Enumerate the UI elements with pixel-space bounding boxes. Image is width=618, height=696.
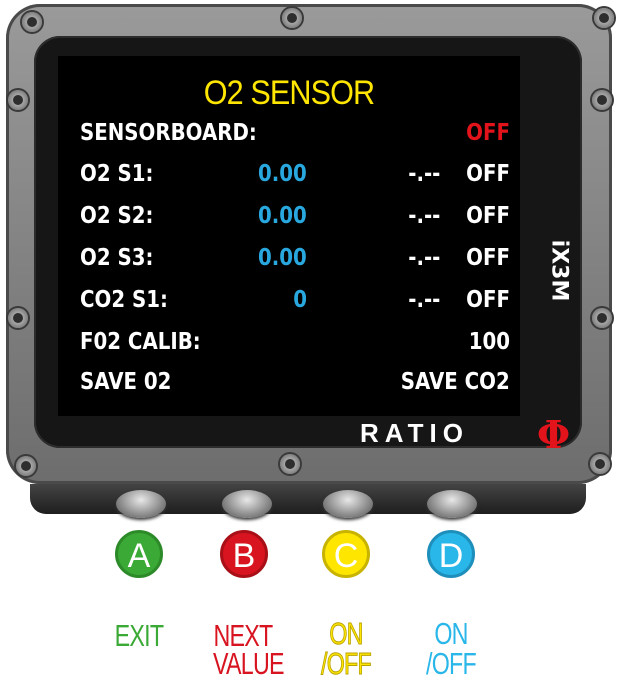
button-b-knob[interactable] — [222, 490, 272, 518]
brand-logo: RATIO — [360, 418, 469, 448]
button-b-label-line2: VALUE — [213, 646, 285, 681]
o2-s2-mv: -.-- — [407, 203, 440, 229]
o2-s1-value: 0.00 — [258, 161, 307, 187]
o2-s2-label: O2 S2: — [80, 203, 154, 229]
device-base — [30, 484, 586, 514]
co2-s1-status[interactable]: OFF — [466, 287, 510, 313]
o2-s2-value: 0.00 — [258, 203, 307, 229]
o2-s1-label: O2 S1: — [80, 161, 154, 187]
co2-s1-value: 0 — [293, 287, 307, 313]
o2-s3-mv: -.-- — [407, 245, 440, 271]
button-d-label-line2: /OFF — [426, 646, 477, 681]
screw-icon — [8, 90, 28, 110]
sensorboard-status[interactable]: OFF — [466, 120, 510, 146]
fo2-calib-label: F02 CALIB: — [80, 329, 201, 355]
screw-icon — [592, 90, 612, 110]
o2-s3-label: O2 S3: — [80, 245, 154, 271]
display-screen: O2 SENSOR SENSORBOARD: OFF O2 S1: 0.00 -… — [58, 56, 520, 416]
button-b-icon: B — [220, 530, 268, 578]
o2-s1-mv: -.-- — [407, 161, 440, 187]
model-name: iX3M — [546, 239, 572, 302]
button-d-icon: D — [427, 530, 475, 578]
button-a-icon: A — [115, 530, 163, 578]
button-d-label-line1: ON — [434, 616, 468, 651]
screw-icon — [592, 308, 612, 328]
screw-icon — [590, 454, 610, 474]
button-d-knob[interactable] — [427, 490, 477, 518]
screw-icon — [282, 8, 302, 28]
button-c-label-line2: /OFF — [321, 646, 372, 681]
screw-icon — [16, 456, 36, 476]
fo2-calib-value[interactable]: 100 — [469, 329, 510, 355]
co2-s1-mv: -.-- — [407, 287, 440, 313]
save-co2-option[interactable]: SAVE CO2 — [401, 369, 510, 395]
page-title: O2 SENSOR — [203, 74, 375, 112]
o2-s2-status[interactable]: OFF — [466, 203, 510, 229]
button-c-knob[interactable] — [323, 490, 373, 518]
screw-icon — [8, 308, 28, 328]
sensorboard-label: SENSORBOARD: — [80, 120, 257, 146]
save-o2-option[interactable]: SAVE 02 — [80, 369, 171, 395]
o2-s1-status[interactable]: OFF — [466, 161, 510, 187]
co2-s1-label: CO2 S1: — [80, 287, 168, 313]
screw-icon — [594, 8, 614, 28]
o2-s3-status[interactable]: OFF — [466, 245, 510, 271]
button-c-label-line1: ON — [329, 616, 364, 651]
phi-logo-icon: Φ — [537, 412, 571, 457]
screw-icon — [22, 12, 42, 32]
o2-s3-value: 0.00 — [258, 245, 307, 271]
screw-icon — [280, 454, 300, 474]
button-a-label: EXIT — [114, 618, 164, 653]
button-a-knob[interactable] — [116, 490, 166, 518]
button-c-icon: C — [322, 530, 370, 578]
